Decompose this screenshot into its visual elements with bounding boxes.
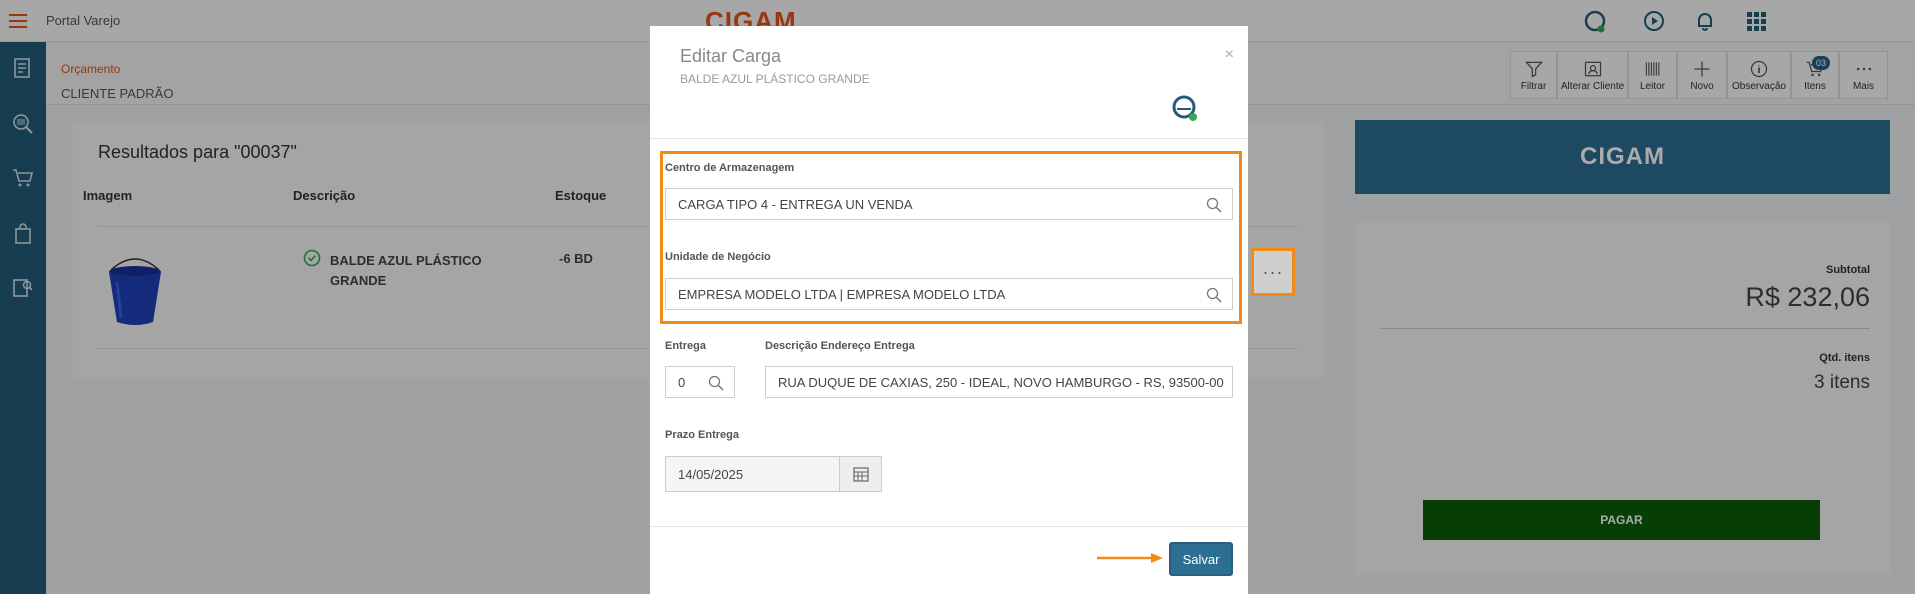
- business-unit-field[interactable]: EMPRESA MODELO LTDA | EMPRESA MODELO LTD…: [665, 278, 1233, 310]
- search-icon[interactable]: [1206, 197, 1222, 213]
- delivery-address-value: RUA DUQUE DE CAXIAS, 250 - IDEAL, NOVO H…: [778, 374, 1224, 390]
- storage-center-field[interactable]: CARGA TIPO 4 - ENTREGA UN VENDA: [665, 188, 1233, 220]
- dialog-title: Editar Carga: [680, 46, 782, 66]
- storage-center-value: CARGA TIPO 4 - ENTREGA UN VENDA: [678, 196, 913, 212]
- business-unit-label: Unidade de Negócio: [665, 251, 771, 263]
- edit-load-dialog: Editar Carga BALDE AZUL PLÁSTICO GRANDE …: [650, 26, 1248, 594]
- pointer-arrow-icon: [1097, 553, 1163, 563]
- search-icon[interactable]: [1206, 287, 1222, 303]
- business-unit-value: EMPRESA MODELO LTDA | EMPRESA MODELO LTD…: [678, 286, 1006, 302]
- row-more-options-button[interactable]: ···: [1251, 248, 1295, 296]
- divider: [650, 526, 1248, 527]
- delivery-address-field[interactable]: RUA DUQUE DE CAXIAS, 250 - IDEAL, NOVO H…: [765, 366, 1233, 398]
- storage-center-label: Centro de Armazenagem: [665, 162, 795, 174]
- support-agent-icon[interactable]: [1171, 94, 1199, 122]
- close-button[interactable]: ×: [1225, 46, 1234, 64]
- dialog-subtitle: BALDE AZUL PLÁSTICO GRANDE: [680, 72, 870, 86]
- delivery-value: 0: [678, 374, 686, 390]
- divider: [650, 138, 1248, 139]
- save-button[interactable]: Salvar: [1169, 542, 1233, 576]
- delivery-deadline-value: 14/05/2025: [678, 466, 744, 482]
- search-icon[interactable]: [708, 375, 724, 391]
- calendar-icon: [852, 467, 869, 482]
- delivery-address-label: Descrição Endereço Entrega: [765, 340, 915, 352]
- delivery-label: Entrega: [665, 340, 706, 352]
- calendar-button[interactable]: [840, 456, 882, 492]
- delivery-deadline-label: Prazo Entrega: [665, 429, 739, 441]
- delivery-deadline-field[interactable]: 14/05/2025: [665, 456, 840, 492]
- delivery-field[interactable]: 0: [665, 366, 735, 398]
